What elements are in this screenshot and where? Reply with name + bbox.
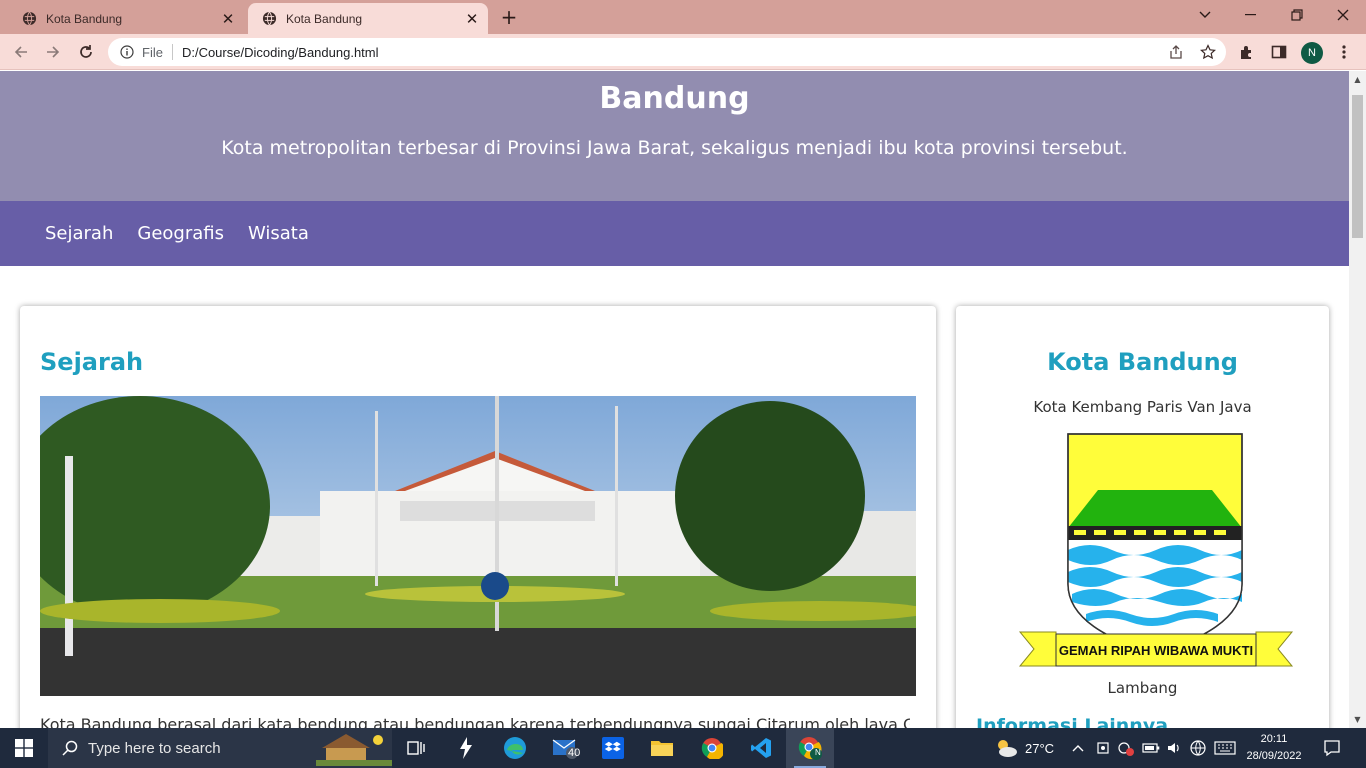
city-emblem-image: GEMAH RIPAH WIBAWA MUKTI	[1018, 433, 1294, 667]
back-button[interactable]	[9, 40, 33, 64]
forward-button[interactable]	[41, 40, 65, 64]
taskbar-app-edge[interactable]	[491, 728, 539, 768]
site-header: Bandung Kota metropolitan terbesar di Pr…	[0, 71, 1349, 201]
close-tab-icon[interactable]: ✕	[218, 9, 238, 29]
tab-search-icon[interactable]	[1182, 0, 1228, 30]
chevron-up-icon	[1072, 745, 1084, 752]
folder-icon	[651, 741, 673, 756]
windows-taskbar: Type here to search 40 N 27°C 20:11 28/0…	[0, 728, 1366, 768]
profile-avatar[interactable]: N	[1301, 42, 1323, 64]
page-scrollbar[interactable]: ▲ ▼	[1349, 71, 1366, 728]
extensions-icon[interactable]	[1237, 42, 1257, 62]
minimize-button[interactable]	[1228, 0, 1274, 30]
page-viewport: Bandung Kota metropolitan terbesar di Pr…	[0, 71, 1349, 728]
address-bar[interactable]: File D:/Course/Dicoding/Bandung.html	[108, 38, 1226, 66]
dropbox-icon	[602, 737, 624, 759]
taskbar-app-chrome[interactable]	[688, 728, 736, 768]
nav-link-geografis[interactable]: Geografis	[137, 223, 224, 244]
taskbar-app-explorer[interactable]	[638, 728, 686, 768]
browser-toolbar: File D:/Course/Dicoding/Bandung.html N	[0, 34, 1366, 70]
emblem-caption: Lambang	[1107, 679, 1178, 697]
device-icon[interactable]	[1096, 740, 1110, 756]
task-view-icon	[407, 741, 425, 755]
language-globe-icon[interactable]	[1190, 740, 1206, 756]
address-separator	[171, 44, 173, 60]
taskbar-search[interactable]: Type here to search	[48, 728, 392, 768]
side-panel-icon[interactable]	[1269, 42, 1289, 62]
system-clock[interactable]: 20:11 28/09/2022	[1244, 731, 1304, 765]
lightning-app-icon	[460, 737, 472, 759]
task-view-button[interactable]	[392, 728, 440, 768]
scheme-label: File	[142, 44, 163, 60]
notification-icon	[1324, 740, 1340, 757]
volume-icon[interactable]	[1166, 740, 1182, 756]
more-info-heading: Informasi Lainnya	[976, 715, 1169, 728]
page-subtitle: Kota metropolitan terbesar di Provinsi J…	[221, 137, 1128, 159]
vscode-icon	[751, 738, 771, 758]
menu-kebab-icon[interactable]	[1334, 42, 1354, 62]
section-heading: Sejarah	[40, 348, 144, 376]
taskbar-app-vscode[interactable]	[737, 728, 785, 768]
weather-widget[interactable]: 27°C	[994, 728, 1054, 768]
article-paragraph: Kota Bandung berasal dari kata bendung a…	[40, 715, 910, 728]
browser-tab-strip: Kota Bandung ✕ Kota Bandung ✕ +	[0, 0, 1366, 34]
taskbar-app-bolt[interactable]	[442, 728, 490, 768]
main-nav: Sejarah Geografis Wisata	[0, 201, 1349, 266]
scroll-up-icon[interactable]: ▲	[1349, 71, 1366, 88]
taskbar-app-dropbox[interactable]	[589, 728, 637, 768]
partly-cloudy-icon	[998, 740, 1017, 757]
globe-icon	[262, 11, 277, 26]
url-text[interactable]: D:/Course/Dicoding/Bandung.html	[182, 45, 379, 60]
gedung-sate-photo	[40, 396, 916, 696]
chrome-profile-initial: N	[815, 748, 821, 757]
taskbar-app-chrome-profile[interactable]: N	[786, 728, 834, 768]
chrome-icon	[701, 738, 723, 759]
reload-button[interactable]	[74, 40, 98, 64]
keyboard-icon[interactable]	[1214, 741, 1236, 755]
close-tab-icon[interactable]: ✕	[462, 9, 482, 29]
bookmark-star-icon[interactable]	[1198, 42, 1218, 62]
scroll-thumb[interactable]	[1352, 95, 1363, 238]
nav-link-sejarah[interactable]: Sejarah	[45, 223, 113, 244]
taskbar-app-mail[interactable]: 40	[541, 728, 589, 768]
notification-center-button[interactable]	[1323, 728, 1341, 768]
tab-title: Kota Bandung	[286, 11, 363, 26]
clock-time: 20:11	[1260, 733, 1288, 745]
close-window-button[interactable]	[1320, 0, 1366, 30]
browser-tab-1[interactable]: Kota Bandung ✕	[8, 3, 244, 34]
scroll-down-icon[interactable]: ▼	[1349, 711, 1366, 728]
search-placeholder: Type here to search	[88, 739, 221, 757]
new-tab-button[interactable]: +	[498, 5, 520, 29]
sidebar-card: Kota Bandung Kota Kembang Paris Van Java…	[956, 306, 1329, 728]
nav-link-wisata[interactable]: Wisata	[248, 223, 309, 244]
mail-badge-count: 40	[568, 747, 581, 759]
restore-button[interactable]	[1274, 0, 1320, 30]
clock-date: 28/09/2022	[1246, 750, 1302, 762]
info-icon[interactable]	[120, 45, 134, 59]
search-highlight-illustration-icon	[316, 734, 392, 766]
share-icon[interactable]	[1166, 42, 1186, 62]
emblem-motto: GEMAH RIPAH WIBAWA MUKTI	[1059, 643, 1253, 658]
sidebar-heading: Kota Bandung	[1047, 348, 1238, 376]
tray-icons	[1096, 728, 1236, 768]
browser-tab-2[interactable]: Kota Bandung ✕	[248, 3, 488, 34]
main-article-card: Sejarah Kota Bandung berasal dari kata b…	[20, 306, 936, 728]
battery-icon[interactable]	[1142, 742, 1160, 754]
search-icon	[62, 740, 78, 756]
page-title: Bandung	[599, 81, 750, 116]
city-tagline: Kota Kembang Paris Van Java	[1033, 398, 1252, 416]
windows-logo-icon	[15, 739, 33, 757]
start-button[interactable]	[0, 728, 48, 768]
network-warning-icon[interactable]	[1118, 740, 1134, 756]
globe-icon	[22, 11, 37, 26]
show-hidden-icons-button[interactable]	[1072, 728, 1084, 768]
weather-temperature: 27°C	[1025, 740, 1055, 756]
edge-icon	[504, 737, 526, 759]
tab-title: Kota Bandung	[46, 11, 123, 26]
